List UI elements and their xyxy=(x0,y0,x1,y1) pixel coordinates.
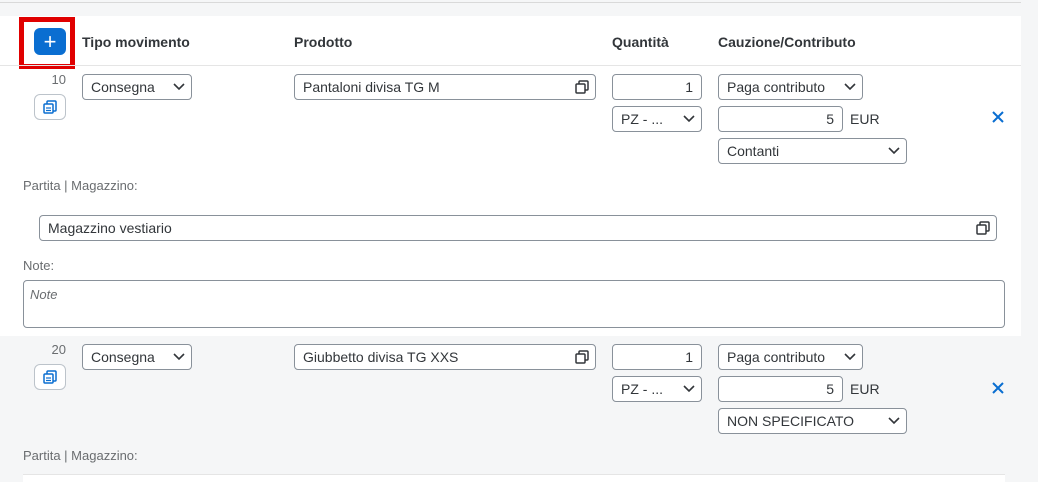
chevron-down-icon xyxy=(683,377,695,401)
prodotto-input[interactable]: Pantaloni divisa TG M xyxy=(294,74,596,100)
cauzione-select[interactable]: Paga contributo xyxy=(718,74,863,100)
magazzino-input[interactable]: Magazzino vestiario xyxy=(39,215,997,241)
col-header-tipo: Tipo movimento xyxy=(82,34,190,50)
importo-input[interactable]: 5 xyxy=(718,106,843,132)
value-help-icon[interactable] xyxy=(575,345,589,369)
item-number: 20 xyxy=(51,342,66,357)
copy-icon xyxy=(43,100,57,114)
importo-value: 5 xyxy=(826,381,834,397)
unita-value: PZ - ... xyxy=(621,381,663,397)
cauzione-value: Paga contributo xyxy=(727,349,826,365)
note-textarea[interactable]: Note xyxy=(23,280,1005,328)
item-number: 10 xyxy=(51,72,66,87)
chevron-down-icon xyxy=(844,345,856,369)
chevron-down-icon xyxy=(683,107,695,131)
col-header-cauzione: Cauzione/Contributo xyxy=(718,34,856,50)
pagamento-value: Contanti xyxy=(727,143,780,159)
delete-item-button[interactable] xyxy=(991,381,1005,398)
prodotto-input[interactable]: Giubbetto divisa TG XXS xyxy=(294,344,596,370)
chevron-down-icon xyxy=(844,75,856,99)
copy-item-button[interactable] xyxy=(34,94,66,120)
valuta-label: EUR xyxy=(850,111,880,127)
note-label: Note: xyxy=(23,258,55,273)
unita-value: PZ - ... xyxy=(621,111,663,127)
close-icon xyxy=(992,111,1004,123)
importo-input[interactable]: 5 xyxy=(718,376,843,402)
delete-item-button[interactable] xyxy=(991,110,1005,127)
partita-magazzino-label: Partita | Magazzino: xyxy=(23,448,138,463)
chevron-down-icon xyxy=(888,139,900,163)
chevron-down-icon xyxy=(173,345,185,369)
importo-value: 5 xyxy=(826,111,834,127)
unita-select[interactable]: PZ - ... xyxy=(612,376,702,402)
copy-icon xyxy=(43,370,57,384)
copy-item-button[interactable] xyxy=(34,364,66,390)
add-button-highlight xyxy=(19,17,75,69)
prodotto-value: Giubbetto divisa TG XXS xyxy=(303,349,459,365)
quantita-value: 1 xyxy=(685,79,693,95)
chevron-down-icon xyxy=(888,409,900,433)
col-header-quantita: Quantità xyxy=(612,34,669,50)
tipo-movimento-value: Consegna xyxy=(91,349,155,365)
pagamento-select[interactable]: Contanti xyxy=(718,138,907,164)
quantita-input[interactable]: 1 xyxy=(612,344,702,370)
pagamento-value: NON SPECIFICATO xyxy=(727,413,855,429)
valuta-label: EUR xyxy=(850,381,880,397)
close-icon xyxy=(992,382,1004,394)
tipo-movimento-select[interactable]: Consegna xyxy=(82,344,192,370)
item-20-magazzino-field-partial xyxy=(23,474,1005,482)
magazzino-value: Magazzino vestiario xyxy=(48,220,172,236)
top-separator xyxy=(0,0,1021,3)
quantita-value: 1 xyxy=(685,349,693,365)
col-header-prodotto: Prodotto xyxy=(294,34,353,50)
header-separator xyxy=(0,65,1021,66)
prodotto-value: Pantaloni divisa TG M xyxy=(303,79,440,95)
tipo-movimento-value: Consegna xyxy=(91,79,155,95)
cauzione-select[interactable]: Paga contributo xyxy=(718,344,863,370)
value-help-icon[interactable] xyxy=(575,75,589,99)
tipo-movimento-select[interactable]: Consegna xyxy=(82,74,192,100)
cauzione-value: Paga contributo xyxy=(727,79,826,95)
partita-magazzino-label: Partita | Magazzino: xyxy=(23,178,138,193)
chevron-down-icon xyxy=(173,75,185,99)
pagamento-select[interactable]: NON SPECIFICATO xyxy=(718,408,907,434)
unita-select[interactable]: PZ - ... xyxy=(612,106,702,132)
quantita-input[interactable]: 1 xyxy=(612,74,702,100)
note-placeholder: Note xyxy=(30,287,58,302)
value-help-icon[interactable] xyxy=(976,216,990,240)
